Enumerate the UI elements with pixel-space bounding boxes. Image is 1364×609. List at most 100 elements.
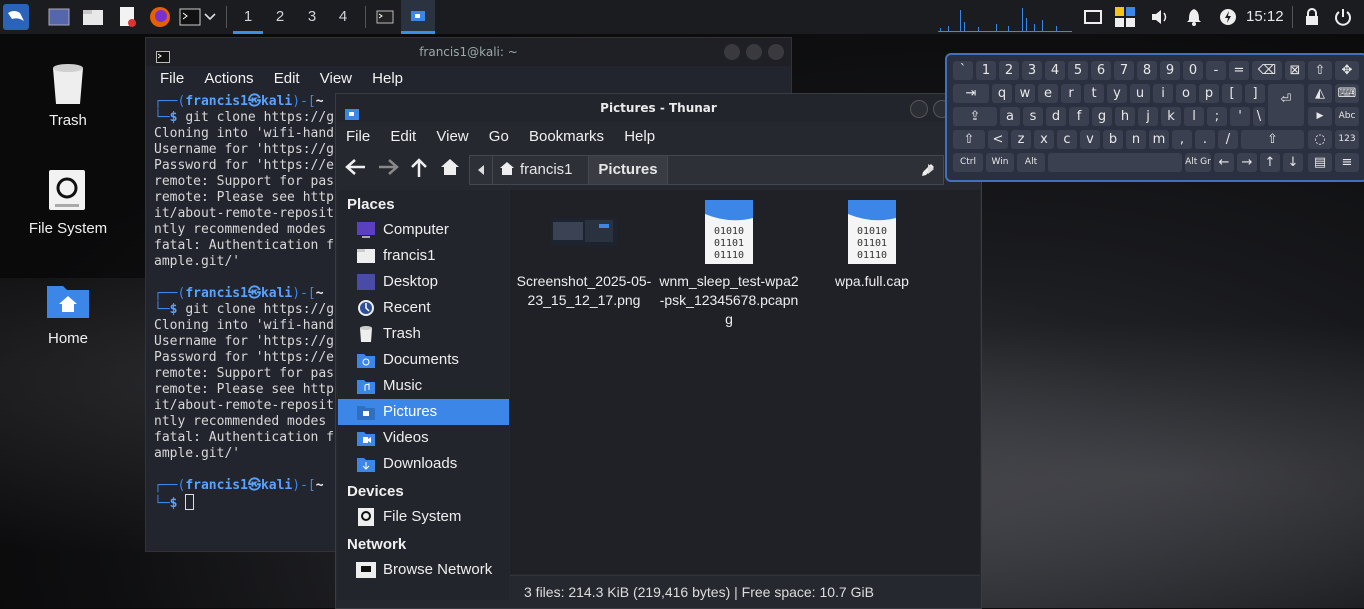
up-arrow-icon[interactable] <box>407 158 431 180</box>
layout-abc-button[interactable]: Abc <box>1335 107 1359 126</box>
key[interactable]: t <box>1084 84 1104 103</box>
volume-icon[interactable] <box>1147 4 1173 30</box>
sidebar-item-documents[interactable]: Documents <box>338 347 509 373</box>
menu-icon[interactable]: ≡ <box>1335 153 1359 172</box>
file-item[interactable]: Screenshot_2025-05-23_15_12_17.png <box>514 200 654 310</box>
key[interactable]: w <box>1015 84 1035 103</box>
sidebar-item-trash[interactable]: Trash <box>338 321 509 347</box>
alt-key[interactable]: Alt <box>1017 153 1045 172</box>
sidebar-item-file-system[interactable]: File System <box>338 504 509 530</box>
menu-help[interactable]: Help <box>624 128 655 145</box>
menu-help[interactable]: Help <box>372 70 403 87</box>
enter-key-icon[interactable]: ⏎ <box>1268 84 1304 126</box>
sidebar-item-videos[interactable]: Videos <box>338 425 509 451</box>
keyboard-icon[interactable]: ⌨ <box>1335 84 1359 103</box>
breadcrumb-right-arrow-icon[interactable] <box>924 158 938 180</box>
key[interactable]: s <box>1023 107 1043 126</box>
altgr-key[interactable]: Alt Gr <box>1185 153 1211 172</box>
key[interactable]: a <box>1000 107 1020 126</box>
kali-menu-icon[interactable] <box>3 4 29 30</box>
minimize-button[interactable] <box>724 44 740 60</box>
terminal-titlebar[interactable]: francis1@kali: ~ <box>146 38 791 66</box>
layout-123-button[interactable]: 123 <box>1335 130 1359 149</box>
notification-bell-icon[interactable] <box>1181 4 1207 30</box>
menu-edit[interactable]: Edit <box>274 70 300 87</box>
thunar-window[interactable]: Pictures - Thunar File Edit View Go Book… <box>335 93 982 609</box>
taskbar-thunar-window[interactable] <box>401 0 435 34</box>
keyboard-layout-icon[interactable] <box>1112 4 1138 30</box>
numpad-icon[interactable]: ▤ <box>1308 153 1332 172</box>
key[interactable]: 8 <box>1137 61 1157 80</box>
shift-icon[interactable]: ⇧ <box>953 130 985 149</box>
key[interactable]: g <box>1092 107 1112 126</box>
key[interactable]: 6 <box>1091 61 1111 80</box>
desktop-file-system[interactable]: File System <box>13 168 123 237</box>
workspace-3[interactable]: 3 <box>297 0 327 34</box>
arrow-right-icon[interactable]: → <box>1237 153 1257 172</box>
menu-bookmarks[interactable]: Bookmarks <box>529 128 604 145</box>
workspace-4[interactable]: 4 <box>328 0 358 34</box>
clear-icon[interactable]: ⊠ <box>1285 61 1305 80</box>
breadcrumb-pictures[interactable]: Pictures <box>588 156 668 184</box>
menu-actions[interactable]: Actions <box>204 70 253 87</box>
menu-view[interactable]: View <box>320 70 352 87</box>
menu-edit[interactable]: Edit <box>390 128 416 145</box>
file-item[interactable]: 01010 01101 01110 wnm_sleep_test-wpa2-psk_… <box>659 200 799 329</box>
win-key[interactable]: Win <box>986 153 1014 172</box>
file-view[interactable]: Screenshot_2025-05-23_15_12_17.png 01010… <box>510 190 980 574</box>
file-item[interactable]: 01010 01101 01110 wpa.full.cap <box>802 200 942 291</box>
taskbar-terminal-window[interactable] <box>372 4 398 30</box>
space-key[interactable] <box>1048 153 1182 172</box>
forward-arrow-icon[interactable] <box>376 158 400 180</box>
key[interactable]: ] <box>1245 84 1265 103</box>
sidebar-item-downloads[interactable]: Downloads <box>338 451 509 477</box>
backspace-icon[interactable]: ⌫ <box>1252 61 1282 80</box>
key[interactable]: r <box>1061 84 1081 103</box>
sidebar-item-music[interactable]: Music <box>338 373 509 399</box>
key[interactable]: l <box>1184 107 1204 126</box>
key[interactable]: x <box>1034 130 1054 149</box>
sidebar-item-browse-network[interactable]: Browse Network <box>338 557 509 583</box>
workspace-2[interactable]: 2 <box>265 0 295 34</box>
back-arrow-icon[interactable] <box>344 158 368 180</box>
arrow-down-icon[interactable]: ↓ <box>1283 153 1303 172</box>
key[interactable]: n <box>1126 130 1146 149</box>
key[interactable]: 1 <box>976 61 996 80</box>
terminal-launcher-icon[interactable] <box>177 4 203 30</box>
key[interactable]: 3 <box>1022 61 1042 80</box>
tab-key-icon[interactable]: ⇥ <box>953 84 989 103</box>
key[interactable]: q <box>992 84 1012 103</box>
sidebar-item-computer[interactable]: Computer <box>338 217 509 243</box>
right-shift-icon[interactable]: ⇧ <box>1241 130 1304 149</box>
shift-lock-icon[interactable]: ⇧ <box>1308 61 1332 80</box>
caps-lock-icon[interactable]: ⇪ <box>953 107 997 126</box>
key[interactable]: , <box>1172 130 1192 149</box>
mouse-icon[interactable]: ◌ <box>1308 130 1332 149</box>
desktop-home[interactable]: Home <box>13 278 123 347</box>
key[interactable]: c <box>1057 130 1077 149</box>
key[interactable]: p <box>1199 84 1219 103</box>
menu-file[interactable]: File <box>346 128 370 145</box>
sidebar-item-recent[interactable]: Recent <box>338 295 509 321</box>
key[interactable]: h <box>1115 107 1135 126</box>
move-icon[interactable]: ✥ <box>1335 61 1359 80</box>
key[interactable]: = <box>1229 61 1249 80</box>
key[interactable]: 0 <box>1183 61 1203 80</box>
thunar-titlebar[interactable]: Pictures - Thunar <box>336 94 981 122</box>
key[interactable]: j <box>1138 107 1158 126</box>
key[interactable]: o <box>1176 84 1196 103</box>
arrow-left-icon[interactable]: ← <box>1214 153 1234 172</box>
key[interactable]: 4 <box>1045 61 1065 80</box>
key[interactable]: b <box>1103 130 1123 149</box>
workspace-1[interactable]: 1 <box>233 0 263 34</box>
breadcrumb-francis1[interactable]: francis1 <box>500 156 573 184</box>
desktop-trash[interactable]: Trash <box>13 60 123 129</box>
menu-view[interactable]: View <box>436 128 468 145</box>
sidebar-item-desktop[interactable]: Desktop <box>338 269 509 295</box>
play-icon[interactable]: ▶ <box>1308 107 1332 126</box>
sidebar-item-francis1[interactable]: francis1 <box>338 243 509 269</box>
key[interactable]: m <box>1149 130 1169 149</box>
key[interactable]: - <box>1206 61 1226 80</box>
key[interactable]: 9 <box>1160 61 1180 80</box>
power-manager-icon[interactable] <box>1215 4 1241 30</box>
